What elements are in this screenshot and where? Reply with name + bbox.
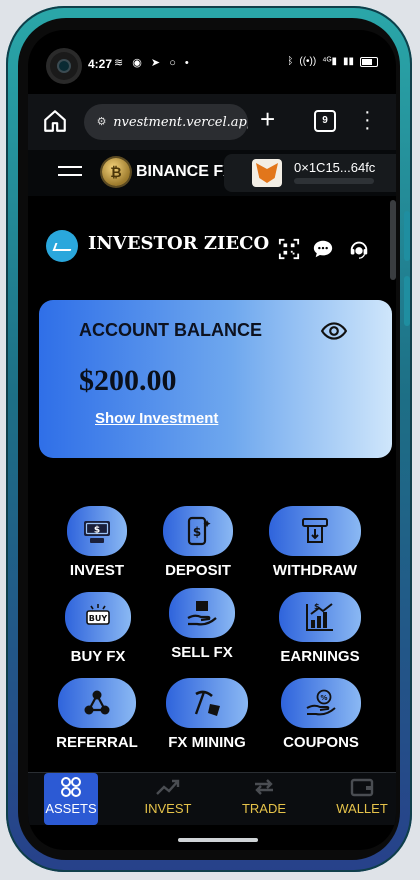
buy-fx-button[interactable]: BUY [65, 592, 131, 642]
show-investment-link[interactable]: Show Investment [95, 410, 218, 427]
site-settings-icon[interactable]: ⚙ [94, 114, 109, 130]
fx-mining-button[interactable] [166, 678, 248, 728]
menu-icon[interactable] [58, 166, 82, 182]
fx-mining-label: FX MINING [168, 734, 246, 751]
new-tab-icon[interactable]: + [260, 104, 275, 135]
investor-logo [46, 230, 78, 262]
system-icons: ᛒ ((•)) ⁴ᴳ▮ ▮▮ [287, 56, 378, 67]
svg-text:$: $ [94, 526, 100, 536]
chat-icon[interactable] [312, 238, 334, 260]
referral-action[interactable]: REFERRAL [48, 678, 146, 751]
coupons-action[interactable]: % COUPONS [266, 678, 376, 751]
invest-label: INVEST [69, 562, 125, 579]
trend-up-icon [136, 773, 200, 801]
front-camera [50, 52, 78, 80]
svg-text:%: % [320, 694, 327, 702]
app-header: ₿ BINANCE FX 0×1C15...64fc [28, 150, 396, 196]
pickaxe-icon [194, 690, 220, 716]
buy-tag-icon: BUY [86, 604, 110, 625]
nav-wallet-label: WALLET [336, 801, 388, 816]
nav-invest[interactable]: INVEST [136, 773, 200, 825]
wallet-balance-bar [294, 178, 374, 184]
deposit-label: DEPOSIT [165, 562, 231, 579]
svg-text:$: $ [193, 525, 201, 539]
withdraw-action[interactable]: WITHDRAW [254, 506, 376, 579]
investor-name: INVESTOR ZIECO [88, 233, 270, 254]
sell-fx-button[interactable] [169, 588, 235, 638]
balance-title: ACCOUNT BALANCE [79, 320, 262, 340]
wallet-address: 0×1C15...64fc [294, 160, 376, 175]
scrollbar[interactable] [390, 200, 396, 280]
signal-4g-icon: ⁴ᴳ▮ [322, 56, 337, 67]
nav-invest-label: INVEST [144, 801, 192, 816]
withdraw-button[interactable] [269, 506, 361, 556]
nav-trade[interactable]: TRADE [234, 773, 294, 825]
hand-coupon-icon: % [306, 689, 336, 716]
tab-switcher-button[interactable]: 9 [314, 110, 336, 132]
battery-icon [360, 56, 378, 67]
nav-assets-label: ASSETS [45, 801, 97, 816]
hand-box-icon [187, 601, 217, 626]
buy-fx-action[interactable]: BUY BUY FX [54, 592, 142, 665]
deposit-button[interactable]: $ [163, 506, 233, 556]
power-button [404, 276, 410, 326]
address-bar[interactable]: ⚙ nvestment.vercel.app [84, 104, 248, 140]
phone-frame: 4:27 ≋ ◉ ➤ ○ • ᛒ ((•)) ⁴ᴳ▮ ▮▮ ⚙ nvestmen… [6, 6, 412, 872]
nav-assets[interactable]: ASSETS [44, 773, 98, 825]
url-text: nvestment.vercel.app [113, 114, 248, 130]
nav-wallet[interactable]: WALLET [328, 773, 396, 825]
buy-fx-label: BUY FX [70, 648, 126, 665]
account-balance-card: ACCOUNT BALANCE $200.00 Show Investment [39, 300, 392, 458]
gesture-bar[interactable] [178, 838, 258, 842]
wallet-connect-button[interactable]: 0×1C15...64fc [224, 154, 396, 192]
nfc-icon: ((•)) [299, 56, 317, 67]
deposit-action[interactable]: $ DEPOSIT [152, 506, 244, 579]
browser-toolbar: ⚙ nvestment.vercel.app + 9 · · · [28, 94, 396, 150]
svg-text:BUY: BUY [89, 614, 108, 623]
swap-arrows-icon [234, 773, 294, 801]
volume-button [404, 211, 410, 261]
wallet-icon [328, 773, 396, 801]
eye-icon[interactable] [321, 318, 347, 344]
fx-mining-action[interactable]: FX MINING [152, 678, 262, 751]
signal-icon: ▮▮ [342, 56, 354, 67]
invest-button[interactable]: $ [67, 506, 127, 556]
cash-icon: $ [84, 521, 110, 543]
screen: 4:27 ≋ ◉ ➤ ○ • ᛒ ((•)) ⁴ᴳ▮ ▮▮ ⚙ nvestmen… [28, 30, 396, 850]
phone-dollar-icon: $ [187, 516, 211, 546]
sell-fx-action[interactable]: SELL FX [160, 588, 244, 661]
growth-chart-icon: $ [306, 602, 333, 631]
grid-circles-icon [44, 773, 98, 801]
earnings-action[interactable]: $ EARNINGS [264, 592, 376, 665]
qr-scan-icon[interactable] [278, 238, 300, 260]
home-icon[interactable] [42, 108, 68, 134]
referral-label: REFERRAL [56, 734, 138, 751]
sell-fx-label: SELL FX [171, 644, 233, 661]
balance-amount: $200.00 [79, 364, 177, 397]
support-agent-icon[interactable] [348, 238, 370, 260]
status-time: 4:27 [88, 57, 113, 71]
referral-button[interactable] [58, 678, 136, 728]
earnings-label: EARNINGS [280, 648, 360, 665]
more-menu-icon[interactable]: · · · [364, 102, 371, 138]
bottom-nav: ASSETS INVEST TRADE WALLET [28, 772, 396, 825]
svg-text:$: $ [314, 602, 320, 611]
earnings-button[interactable]: $ [279, 592, 361, 642]
nav-trade-label: TRADE [241, 801, 287, 816]
brand-logo: ₿ [102, 158, 130, 186]
bluetooth-icon: ᛒ [287, 56, 294, 67]
metamask-icon [252, 159, 282, 187]
brand-name: BINANCE FX [136, 163, 234, 180]
network-icon [84, 690, 110, 715]
coupons-label: COUPONS [283, 734, 359, 751]
status-bar: 4:27 ≋ ◉ ➤ ○ • ᛒ ((•)) ⁴ᴳ▮ ▮▮ [28, 30, 396, 80]
invest-action[interactable]: $ INVEST [48, 506, 146, 579]
notification-icons: ≋ ◉ ➤ ○ • [114, 57, 192, 69]
coupons-button[interactable]: % [281, 678, 361, 728]
atm-icon [302, 518, 328, 543]
withdraw-label: WITHDRAW [272, 562, 358, 579]
